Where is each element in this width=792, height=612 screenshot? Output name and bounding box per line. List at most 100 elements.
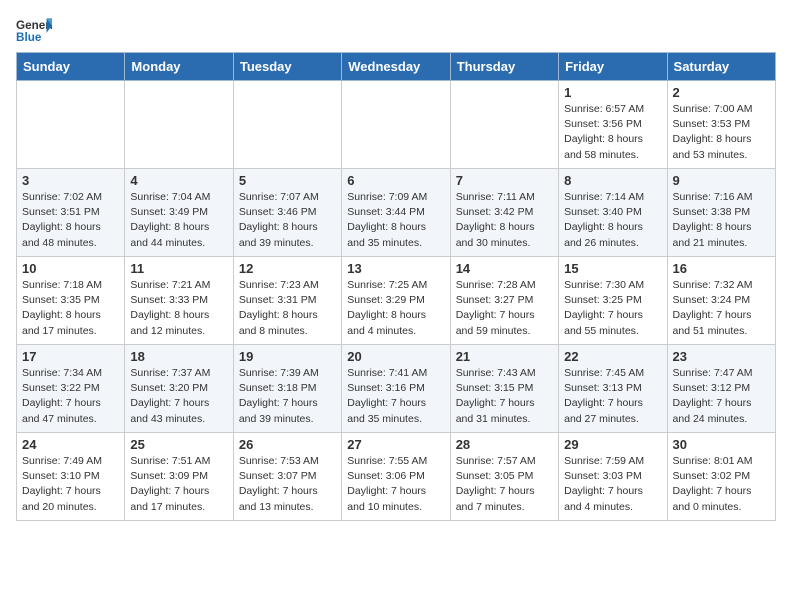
day-info: Sunrise: 7:00 AM Sunset: 3:53 PM Dayligh…: [673, 102, 770, 163]
day-number: 15: [564, 261, 661, 276]
day-number: 30: [673, 437, 770, 452]
day-number: 24: [22, 437, 119, 452]
calendar-cell: 12 Sunrise: 7:23 AM Sunset: 3:31 PM Dayli…: [233, 257, 341, 345]
day-number: 5: [239, 173, 336, 188]
calendar-cell: 29Sunrise: 7:59 AM Sunset: 3:03 PM Dayli…: [559, 433, 667, 521]
day-number: 6: [347, 173, 444, 188]
day-number: 21: [456, 349, 553, 364]
calendar-cell: 16Sunrise: 7:32 AM Sunset: 3:24 PM Dayli…: [667, 257, 775, 345]
calendar-cell: 9 Sunrise: 7:16 AM Sunset: 3:38 PM Daylig…: [667, 169, 775, 257]
calendar-cell: 21 Sunrise: 7:43 AM Sunset: 3:15 PM Dayli…: [450, 345, 558, 433]
day-number: 1: [564, 85, 661, 100]
week-row-2: 3 Sunrise: 7:02 AM Sunset: 3:51 PM Daylig…: [17, 169, 776, 257]
calendar-cell: 2 Sunrise: 7:00 AM Sunset: 3:53 PM Daylig…: [667, 81, 775, 169]
weekday-header-thursday: Thursday: [450, 53, 558, 81]
header: General Blue: [16, 16, 776, 44]
weekday-header-wednesday: Wednesday: [342, 53, 450, 81]
calendar-cell: [233, 81, 341, 169]
calendar-cell: 19Sunrise: 7:39 AM Sunset: 3:18 PM Dayli…: [233, 345, 341, 433]
calendar-cell: 13Sunrise: 7:25 AM Sunset: 3:29 PM Dayli…: [342, 257, 450, 345]
calendar-cell: 22 Sunrise: 7:45 AM Sunset: 3:13 PM Dayli…: [559, 345, 667, 433]
day-number: 9: [673, 173, 770, 188]
calendar-cell: 28 Sunrise: 7:57 AM Sunset: 3:05 PM Dayli…: [450, 433, 558, 521]
weekday-header-saturday: Saturday: [667, 53, 775, 81]
day-number: 25: [130, 437, 227, 452]
day-info: Sunrise: 7:43 AM Sunset: 3:15 PM Dayligh…: [456, 366, 553, 427]
day-info: Sunrise: 7:11 AM Sunset: 3:42 PM Dayligh…: [456, 190, 553, 251]
day-info: Sunrise: 7:18 AM Sunset: 3:35 PM Dayligh…: [22, 278, 119, 339]
day-info: Sunrise: 7:49 AM Sunset: 3:10 PM Dayligh…: [22, 454, 119, 515]
day-number: 8: [564, 173, 661, 188]
day-info: Sunrise: 8:01 AM Sunset: 3:02 PM Dayligh…: [673, 454, 770, 515]
calendar-cell: 15 Sunrise: 7:30 AM Sunset: 3:25 PM Dayli…: [559, 257, 667, 345]
day-info: Sunrise: 6:57 AM Sunset: 3:56 PM Dayligh…: [564, 102, 661, 163]
day-number: 20: [347, 349, 444, 364]
svg-text:Blue: Blue: [16, 31, 42, 44]
day-info: Sunrise: 7:37 AM Sunset: 3:20 PM Dayligh…: [130, 366, 227, 427]
weekday-header-tuesday: Tuesday: [233, 53, 341, 81]
calendar-cell: 18 Sunrise: 7:37 AM Sunset: 3:20 PM Dayli…: [125, 345, 233, 433]
day-info: Sunrise: 7:34 AM Sunset: 3:22 PM Dayligh…: [22, 366, 119, 427]
weekday-header-monday: Monday: [125, 53, 233, 81]
logo-icon: General Blue: [16, 16, 52, 44]
calendar-cell: 10 Sunrise: 7:18 AM Sunset: 3:35 PM Dayli…: [17, 257, 125, 345]
day-info: Sunrise: 7:04 AM Sunset: 3:49 PM Dayligh…: [130, 190, 227, 251]
day-number: 28: [456, 437, 553, 452]
day-info: Sunrise: 7:47 AM Sunset: 3:12 PM Dayligh…: [673, 366, 770, 427]
calendar-cell: 5Sunrise: 7:07 AM Sunset: 3:46 PM Daylig…: [233, 169, 341, 257]
day-info: Sunrise: 7:51 AM Sunset: 3:09 PM Dayligh…: [130, 454, 227, 515]
weekday-header-sunday: Sunday: [17, 53, 125, 81]
calendar-cell: 6 Sunrise: 7:09 AM Sunset: 3:44 PM Daylig…: [342, 169, 450, 257]
day-number: 22: [564, 349, 661, 364]
day-info: Sunrise: 7:16 AM Sunset: 3:38 PM Dayligh…: [673, 190, 770, 251]
calendar-cell: 8 Sunrise: 7:14 AM Sunset: 3:40 PM Daylig…: [559, 169, 667, 257]
day-number: 10: [22, 261, 119, 276]
day-number: 26: [239, 437, 336, 452]
day-number: 19: [239, 349, 336, 364]
day-number: 13: [347, 261, 444, 276]
day-number: 11: [130, 261, 227, 276]
calendar-cell: 14Sunrise: 7:28 AM Sunset: 3:27 PM Dayli…: [450, 257, 558, 345]
day-info: Sunrise: 7:59 AM Sunset: 3:03 PM Dayligh…: [564, 454, 661, 515]
calendar-cell: [125, 81, 233, 169]
weekday-header-friday: Friday: [559, 53, 667, 81]
day-number: 18: [130, 349, 227, 364]
day-info: Sunrise: 7:09 AM Sunset: 3:44 PM Dayligh…: [347, 190, 444, 251]
day-info: Sunrise: 7:41 AM Sunset: 3:16 PM Dayligh…: [347, 366, 444, 427]
day-number: 27: [347, 437, 444, 452]
day-info: Sunrise: 7:53 AM Sunset: 3:07 PM Dayligh…: [239, 454, 336, 515]
week-row-1: 1 Sunrise: 6:57 AM Sunset: 3:56 PM Daylig…: [17, 81, 776, 169]
week-row-3: 10 Sunrise: 7:18 AM Sunset: 3:35 PM Dayli…: [17, 257, 776, 345]
calendar-cell: [342, 81, 450, 169]
day-info: Sunrise: 7:21 AM Sunset: 3:33 PM Dayligh…: [130, 278, 227, 339]
day-info: Sunrise: 7:30 AM Sunset: 3:25 PM Dayligh…: [564, 278, 661, 339]
day-number: 3: [22, 173, 119, 188]
calendar-cell: [17, 81, 125, 169]
calendar-cell: 1 Sunrise: 6:57 AM Sunset: 3:56 PM Daylig…: [559, 81, 667, 169]
calendar-cell: 25 Sunrise: 7:51 AM Sunset: 3:09 PM Dayli…: [125, 433, 233, 521]
day-info: Sunrise: 7:57 AM Sunset: 3:05 PM Dayligh…: [456, 454, 553, 515]
day-info: Sunrise: 7:55 AM Sunset: 3:06 PM Dayligh…: [347, 454, 444, 515]
day-info: Sunrise: 7:02 AM Sunset: 3:51 PM Dayligh…: [22, 190, 119, 251]
day-number: 17: [22, 349, 119, 364]
week-row-5: 24 Sunrise: 7:49 AM Sunset: 3:10 PM Dayli…: [17, 433, 776, 521]
calendar-cell: 17 Sunrise: 7:34 AM Sunset: 3:22 PM Dayli…: [17, 345, 125, 433]
calendar-cell: 30 Sunrise: 8:01 AM Sunset: 3:02 PM Dayli…: [667, 433, 775, 521]
calendar-cell: 4 Sunrise: 7:04 AM Sunset: 3:49 PM Daylig…: [125, 169, 233, 257]
calendar-cell: 27 Sunrise: 7:55 AM Sunset: 3:06 PM Dayli…: [342, 433, 450, 521]
day-number: 12: [239, 261, 336, 276]
weekday-header-row: SundayMondayTuesdayWednesdayThursdayFrid…: [17, 53, 776, 81]
calendar-cell: [450, 81, 558, 169]
calendar-cell: 23 Sunrise: 7:47 AM Sunset: 3:12 PM Dayli…: [667, 345, 775, 433]
day-info: Sunrise: 7:14 AM Sunset: 3:40 PM Dayligh…: [564, 190, 661, 251]
day-info: Sunrise: 7:45 AM Sunset: 3:13 PM Dayligh…: [564, 366, 661, 427]
logo: General Blue: [16, 16, 52, 44]
day-number: 2: [673, 85, 770, 100]
calendar-table: SundayMondayTuesdayWednesdayThursdayFrid…: [16, 52, 776, 521]
day-info: Sunrise: 7:23 AM Sunset: 3:31 PM Dayligh…: [239, 278, 336, 339]
day-number: 16: [673, 261, 770, 276]
day-number: 4: [130, 173, 227, 188]
day-number: 23: [673, 349, 770, 364]
calendar-cell: 7Sunrise: 7:11 AM Sunset: 3:42 PM Daylig…: [450, 169, 558, 257]
day-number: 14: [456, 261, 553, 276]
